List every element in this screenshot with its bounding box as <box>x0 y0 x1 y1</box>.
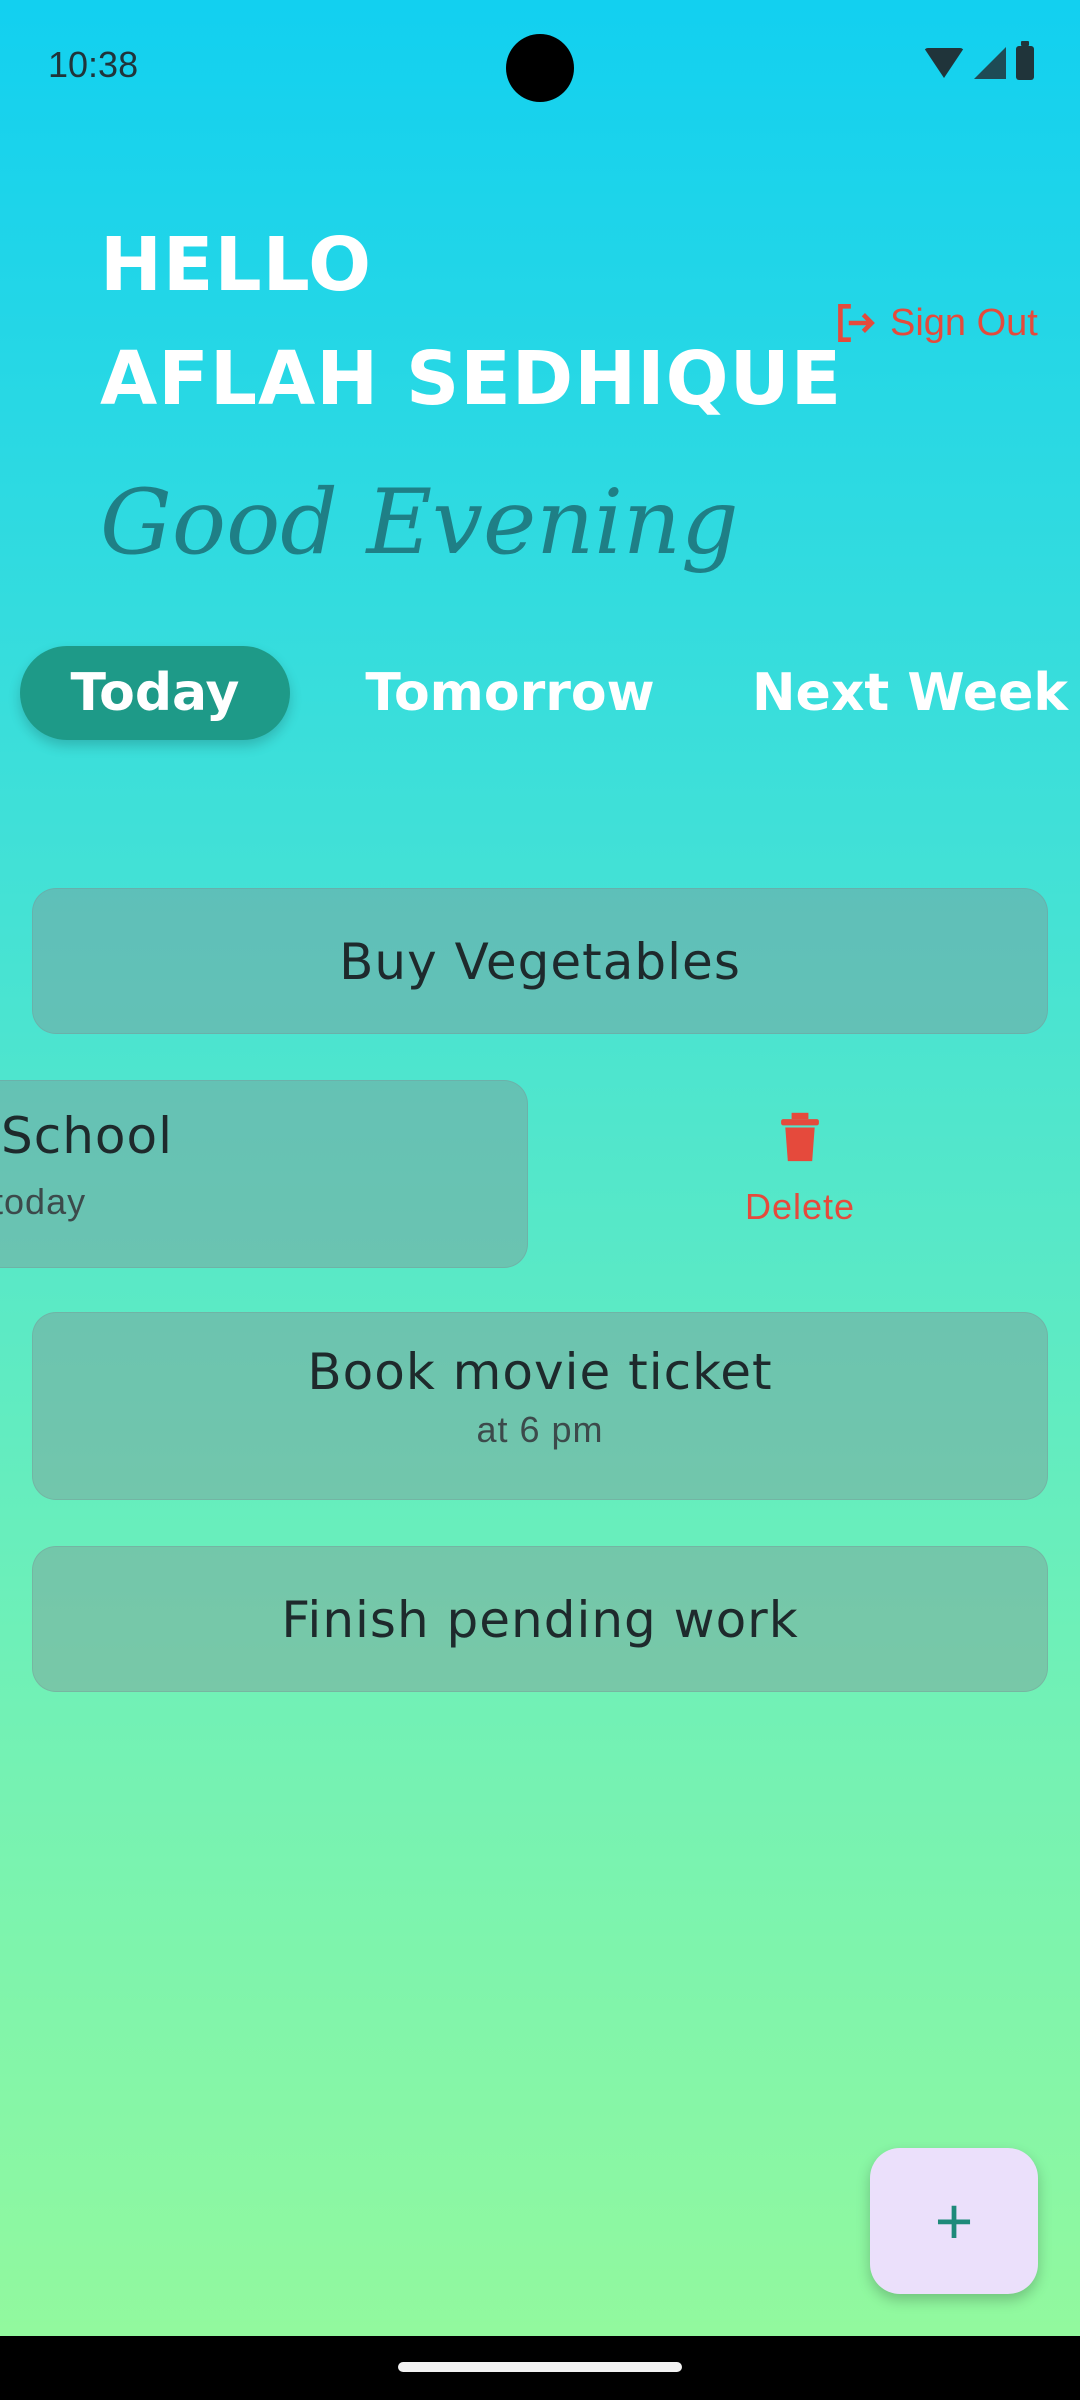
task-title: Book movie ticket <box>307 1343 773 1401</box>
sign-out-label: Sign Out <box>890 301 1038 344</box>
status-time: 10:38 <box>48 44 139 85</box>
delete-button[interactable]: Delete <box>740 1112 860 1228</box>
home-gesture-handle[interactable] <box>398 2362 682 2372</box>
trash-icon <box>781 1112 819 1162</box>
app-screen: 10:38 HELLO AFLAH SEDHIQUE Sign Out Good… <box>0 0 1080 2336</box>
wifi-icon <box>924 48 964 78</box>
status-icons <box>924 41 1034 80</box>
task-title: Buy Vegetables <box>339 933 741 991</box>
greeting-user-name: AFLAH SEDHIQUE <box>100 336 843 422</box>
task-title: School <box>1 1107 173 1165</box>
greeting-subtitle: Good Evening <box>100 470 739 575</box>
add-task-button[interactable]: + <box>870 2148 1038 2294</box>
tab-next-week[interactable]: Next Week <box>740 646 1080 740</box>
greeting-hello: HELLO <box>100 222 373 308</box>
task-subtitle: n today <box>0 1181 87 1222</box>
task-card[interactable]: Finish pending work <box>32 1546 1048 1692</box>
date-filter-tabs: Today Tomorrow Next Week <box>20 646 1080 740</box>
camera-cutout <box>506 34 574 102</box>
logout-icon <box>838 304 875 342</box>
tab-today[interactable]: Today <box>20 646 290 740</box>
task-card-swiped[interactable]: School n today <box>0 1080 528 1268</box>
sign-out-button[interactable]: Sign Out <box>830 298 1038 348</box>
task-title: Finish pending work <box>281 1591 799 1649</box>
signal-icon <box>974 47 1006 79</box>
delete-label: Delete <box>744 1186 856 1227</box>
plus-icon: + <box>934 2184 974 2258</box>
task-card[interactable]: Book movie ticket at 6 pm <box>32 1312 1048 1500</box>
tab-tomorrow[interactable]: Tomorrow <box>350 646 670 740</box>
battery-icon <box>1016 41 1034 80</box>
task-card[interactable]: Buy Vegetables <box>32 888 1048 1034</box>
task-subtitle: at 6 pm <box>476 1409 604 1450</box>
